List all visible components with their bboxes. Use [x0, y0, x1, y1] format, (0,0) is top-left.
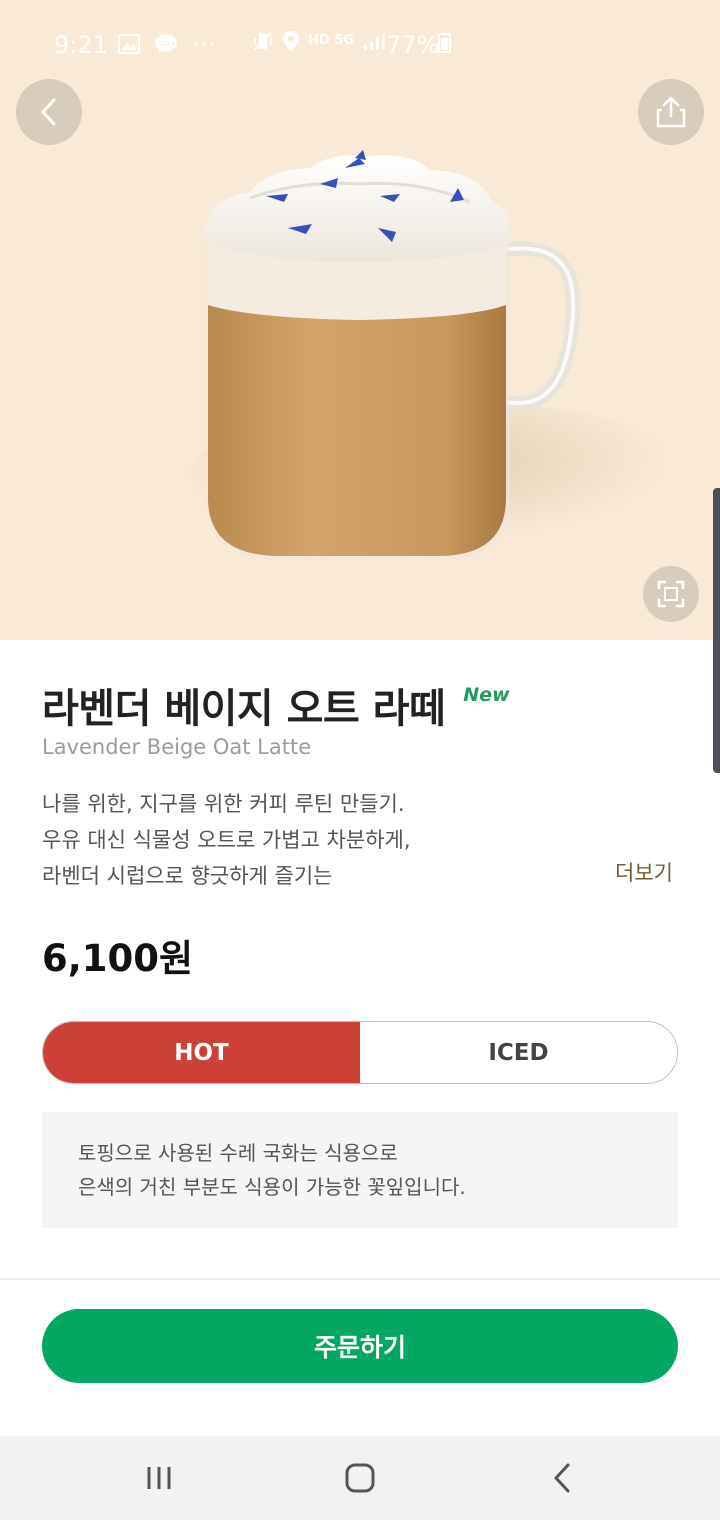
more-notifications-icon: ⋯	[192, 30, 216, 58]
system-back-button[interactable]	[537, 1456, 587, 1500]
product-hero-image: 9:21 TALK ⋯ HD 5G 77%	[0, 0, 720, 640]
chat-icon: TALK	[155, 34, 177, 54]
home-icon	[345, 1463, 375, 1493]
product-price: 6,100원	[42, 937, 194, 980]
system-navigation-bar	[0, 1436, 720, 1520]
product-description: 나를 위한, 지구를 위한 커피 루틴 만들기. 우유 대신 식물성 오트로 가…	[42, 786, 602, 894]
description-line: 라벤더 시럽으로 향긋하게 즐기는	[42, 864, 333, 888]
temperature-toggle: HOT ICED	[42, 1021, 678, 1084]
divider	[0, 1278, 720, 1280]
more-link[interactable]: 더보기	[615, 857, 673, 887]
recent-apps-button[interactable]	[134, 1456, 184, 1500]
battery-percent: 77%	[386, 31, 440, 59]
order-button[interactable]: 주문하기	[42, 1309, 678, 1383]
location-icon	[283, 31, 299, 51]
new-badge: New	[463, 684, 510, 706]
iced-option[interactable]: ICED	[360, 1022, 677, 1083]
svg-text:TALK: TALK	[158, 40, 176, 48]
home-button[interactable]	[335, 1456, 385, 1500]
image-expand-button[interactable]	[643, 566, 699, 622]
network-type-label: HD 5G	[308, 33, 354, 48]
status-bar: 9:21 TALK ⋯ HD 5G 77%	[0, 0, 720, 88]
fullscreen-icon	[657, 580, 685, 608]
status-time: 9:21	[54, 31, 108, 59]
gallery-icon	[118, 34, 140, 54]
lavender-latte-mug-image	[205, 150, 581, 560]
product-english-name: Lavender Beige Oat Latte	[42, 735, 312, 759]
back-button[interactable]	[16, 79, 82, 145]
description-line: 나를 위한, 지구를 위한 커피 루틴 만들기.	[42, 792, 405, 816]
product-name: 라벤더 베이지 오트 라떼	[42, 686, 446, 732]
product-title-row: 라벤더 베이지 오트 라떼 New	[42, 676, 510, 734]
chevron-left-icon	[41, 98, 56, 126]
notice-line: 은색의 거친 부분도 식용이 가능한 꽃잎입니다.	[78, 1175, 466, 1199]
hot-option[interactable]: HOT	[43, 1022, 360, 1083]
vibrate-icon	[253, 31, 273, 51]
battery-icon	[438, 33, 451, 53]
notice-line: 토핑으로 사용된 수레 국화는 식용으로	[78, 1141, 398, 1165]
topping-notice: 토핑으로 사용된 수레 국화는 식용으로 은색의 거친 부분도 식용이 가능한 …	[42, 1112, 678, 1228]
share-icon	[656, 96, 686, 128]
share-button[interactable]	[638, 79, 704, 145]
recent-apps-icon	[147, 1467, 171, 1489]
back-arrow-icon	[554, 1463, 570, 1493]
description-line: 우유 대신 식물성 오트로 가볍고 차분하게,	[42, 828, 411, 852]
scrollbar-thumb[interactable]	[713, 488, 720, 773]
signal-icon	[363, 33, 385, 50]
